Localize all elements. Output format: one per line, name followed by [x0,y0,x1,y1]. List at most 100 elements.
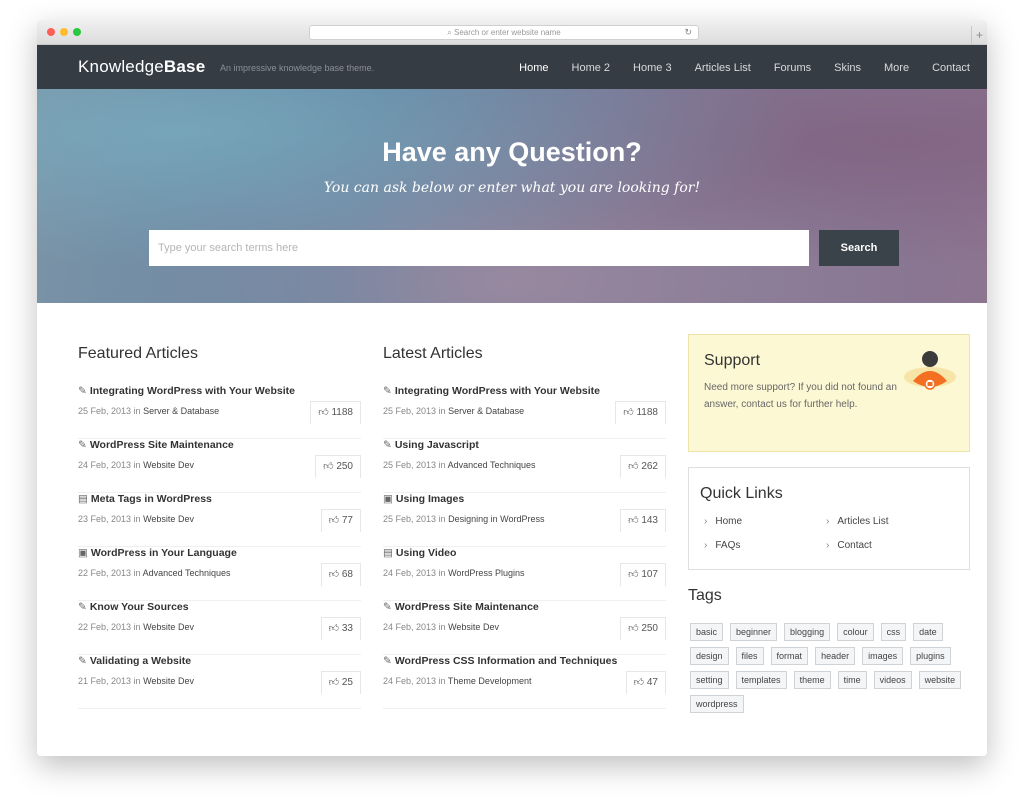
quick-link-faqs[interactable]: › FAQs [704,540,740,551]
article-category-link[interactable]: Server & Database [143,406,219,416]
edit-icon: ✎ [78,439,87,451]
article-title-link[interactable]: ▣ Using Images [383,493,464,505]
minimize-window-button[interactable] [60,28,68,36]
quick-links-heading: Quick Links [700,485,783,502]
tag-css[interactable]: css [880,623,907,641]
tag-time[interactable]: time [837,671,867,689]
article-title-link[interactable]: ✎ Know Your Sources [78,601,189,613]
article-category-link[interactable]: WordPress Plugins [448,568,524,578]
menu-item-contact[interactable]: Contact [932,62,970,74]
article-date: 22 Feb, 2013 [78,622,132,632]
article-likes: 👍︎ 68 [320,563,361,586]
tag-date[interactable]: date [913,623,943,641]
article-title: Meta Tags in WordPress [90,493,212,505]
article-title-link[interactable]: ▤ Meta Tags in WordPress [78,493,212,505]
article-in: in [438,676,446,686]
tag-templates[interactable]: templates [735,671,787,689]
menu-item-more[interactable]: More [884,62,909,74]
article-date: 24 Feb, 2013 [78,460,132,470]
reload-icon[interactable]: ↻ [684,26,692,39]
article-category-link[interactable]: Website Dev [143,514,194,524]
likes-count: 25 [341,677,353,688]
quick-link-contact[interactable]: › Contact [826,540,872,551]
article-category-link[interactable]: Theme Development [448,676,532,686]
article-title-link[interactable]: ✎ Integrating WordPress with Your Website [383,385,600,397]
tag-design[interactable]: design [690,647,729,665]
new-tab-button[interactable]: + [971,26,987,45]
tag-plugins[interactable]: plugins [910,647,951,665]
article-date: 25 Feb, 2013 [383,406,437,416]
quick-link-home[interactable]: › Home [704,516,742,527]
image-icon: ▣ [383,493,393,505]
tag-basic[interactable]: basic [690,623,724,641]
menu-item-skins[interactable]: Skins [834,62,861,74]
tag-format[interactable]: format [770,647,809,665]
article-row: ✎ WordPress Site Maintenance 24 Feb, 2013 … [383,601,666,655]
menu-item-home-3[interactable]: Home 3 [633,62,672,74]
tag-files[interactable]: files [735,647,764,665]
logo-bold-text: Base [163,57,206,76]
site-logo[interactable]: KnowledgeBase [78,57,205,77]
thumbs-up-icon: 👍︎ [628,515,642,526]
menu-item-forums[interactable]: Forums [774,62,811,74]
article-in: in [438,622,446,632]
article-category-link[interactable]: Advanced Techniques [143,568,231,578]
tag-setting[interactable]: setting [690,671,729,689]
tag-colour[interactable]: colour [837,623,874,641]
article-meta: 24 Feb, 2013 in Website Dev [78,460,194,470]
tag-images[interactable]: images [862,647,904,665]
article-row: ✎ WordPress Site Maintenance 24 Feb, 2013 … [78,439,361,493]
article-meta: 23 Feb, 2013 in Website Dev [78,514,194,524]
tag-blogging[interactable]: blogging [784,623,831,641]
likes-count: 68 [341,569,353,580]
article-likes: 👍︎ 1188 [615,401,666,424]
tag-header[interactable]: header [815,647,856,665]
address-bar[interactable]: ⌕ Search or enter website name ↻ [309,25,699,40]
article-title-link[interactable]: ✎ WordPress Site Maintenance [78,439,234,451]
tag-videos[interactable]: videos [873,671,912,689]
article-in: in [133,406,141,416]
article-title-link[interactable]: ✎ WordPress CSS Information and Technique… [383,655,617,667]
chevron-right-icon: › [704,516,708,527]
article-date: 25 Feb, 2013 [78,406,132,416]
chevron-right-icon: › [826,516,830,527]
menu-item-articles-list[interactable]: Articles List [695,62,751,74]
article-category-link[interactable]: Designing in WordPress [448,514,544,524]
featured-heading: Featured Articles [78,345,199,362]
quick-link-articles-list[interactable]: › Articles List [826,516,888,527]
search-button[interactable]: Search [819,230,899,266]
main-menu: Home Home 2 Home 3 Articles List Forums … [496,62,970,74]
article-title-link[interactable]: ▤ Using Video [383,547,456,559]
article-in: in [133,460,141,470]
article-in: in [438,406,446,416]
article-title-link[interactable]: ✎ Integrating WordPress with Your Website [78,385,295,397]
tags-cloud: basic beginner blogging colour css date design… [690,623,970,719]
article-category-link[interactable]: Website Dev [448,622,499,632]
article-category-link[interactable]: Website Dev [143,676,194,686]
article-category-link[interactable]: Server & Database [448,406,524,416]
tag-wordpress[interactable]: wordpress [690,695,744,713]
article-category-link[interactable]: Website Dev [143,460,194,470]
article-category-link[interactable]: Advanced Techniques [448,460,536,470]
thumbs-up-icon: 👍︎ [318,407,332,418]
article-meta: 21 Feb, 2013 in Website Dev [78,676,194,686]
site-header: KnowledgeBase An impressive knowledge ba… [37,45,987,89]
article-category-link[interactable]: Website Dev [143,622,194,632]
menu-item-home[interactable]: Home [519,62,548,74]
article-title: Using Javascript [394,439,479,451]
article-title-link[interactable]: ✎ WordPress Site Maintenance [383,601,539,613]
tag-website[interactable]: website [918,671,962,689]
article-row: ✎ Know Your Sources 22 Feb, 2013 in Websit… [78,601,361,655]
search-input[interactable] [149,230,809,266]
article-title-link[interactable]: ✎ Using Javascript [383,439,479,451]
likes-count: 77 [341,515,353,526]
tag-theme[interactable]: theme [793,671,831,689]
maximize-window-button[interactable] [73,28,81,36]
tag-beginner[interactable]: beginner [730,623,778,641]
article-title: Validating a Website [89,655,192,667]
browser-toolbar: ⌕ Search or enter website name ↻ + [37,20,987,45]
article-title-link[interactable]: ✎ Validating a Website [78,655,191,667]
menu-item-home-2[interactable]: Home 2 [572,62,611,74]
article-title-link[interactable]: ▣ WordPress in Your Language [78,547,237,559]
close-window-button[interactable] [47,28,55,36]
